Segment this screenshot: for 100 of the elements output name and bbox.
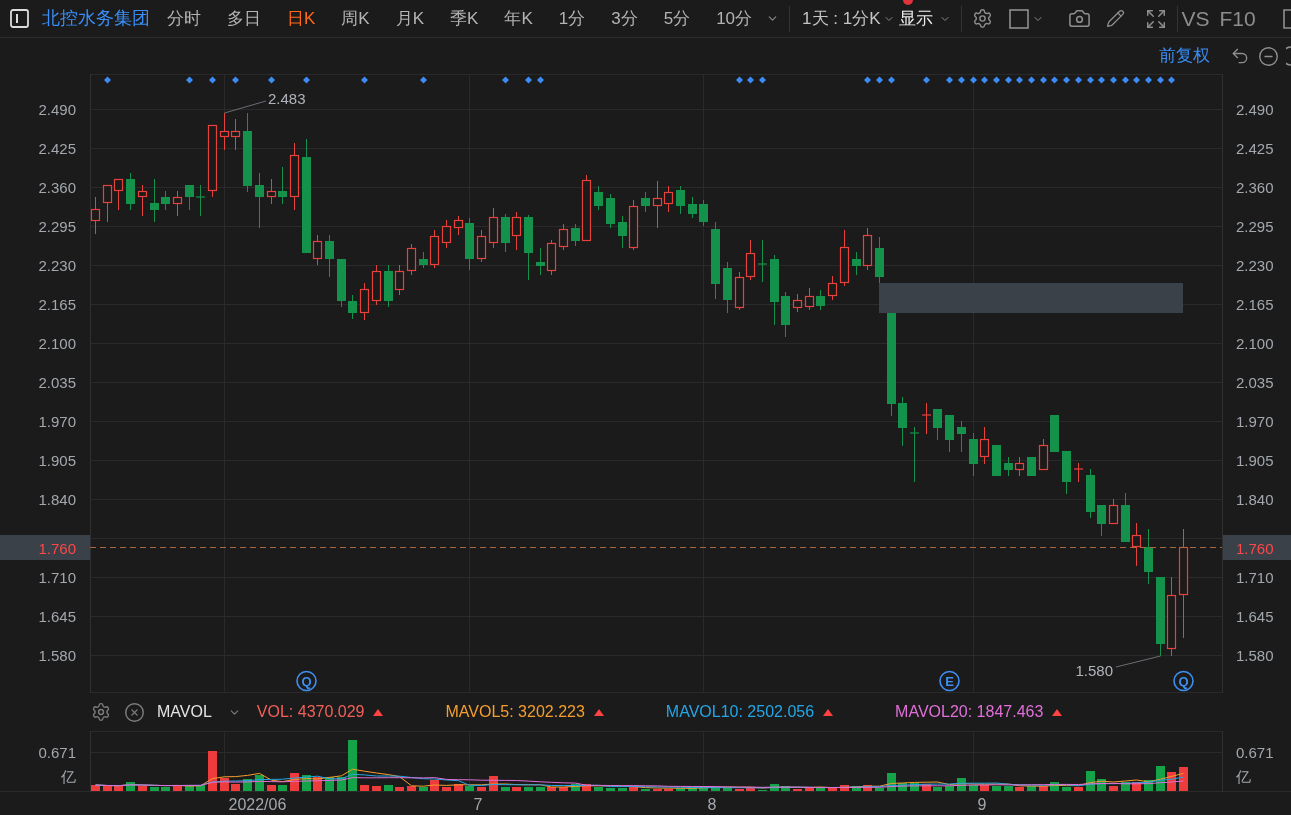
- period-tab[interactable]: 3分: [611, 5, 638, 32]
- indicator-value: MAVOL5: 3202.223: [445, 702, 585, 722]
- chart-type-dropdown[interactable]: [1009, 8, 1045, 29]
- period-tab[interactable]: 分时: [167, 5, 201, 32]
- compare-button[interactable]: VS: [1181, 2, 1210, 35]
- price-tick-label: 2.035: [1236, 373, 1274, 391]
- current-price-tag: 1.760: [1223, 535, 1291, 560]
- stock-name[interactable]: 北控水务集团: [42, 5, 150, 32]
- diamond-marker-icon[interactable]: [502, 76, 509, 84]
- price-tick-label: 2.035: [38, 373, 76, 391]
- diamond-marker-icon[interactable]: [268, 76, 275, 84]
- price-tick-label: 2.295: [1236, 217, 1274, 235]
- diamond-marker-icon[interactable]: [1063, 76, 1070, 84]
- diamond-marker-icon[interactable]: [759, 76, 766, 84]
- price-tick-label: 2.425: [1236, 139, 1274, 157]
- panel-icon[interactable]: [10, 9, 29, 28]
- price-tick-label: 2.425: [38, 139, 76, 157]
- diamond-marker-icon[interactable]: [747, 76, 754, 84]
- price-tick-label: 1.645: [1236, 607, 1274, 625]
- period-tab[interactable]: 多日: [227, 5, 261, 32]
- diamond-marker-icon[interactable]: [970, 76, 977, 84]
- date-axis-label: 9: [977, 795, 987, 813]
- diamond-marker-icon[interactable]: [923, 76, 930, 84]
- diamond-marker-icon[interactable]: [1133, 76, 1140, 84]
- period-tab[interactable]: 10分: [716, 5, 753, 32]
- diamond-marker-icon[interactable]: [525, 76, 532, 84]
- diamond-marker-icon[interactable]: [1145, 76, 1152, 84]
- price-adjustment-button[interactable]: 前复权: [1159, 43, 1210, 69]
- diamond-marker-icon[interactable]: [303, 76, 310, 84]
- pencil-icon[interactable]: [1106, 9, 1126, 28]
- period-tab[interactable]: 周K: [341, 5, 370, 32]
- price-tick-label: 1.905: [1236, 451, 1274, 469]
- close-icon[interactable]: [124, 701, 145, 723]
- price-tick-label: 2.360: [1236, 178, 1274, 196]
- diamond-marker-icon[interactable]: [958, 76, 965, 84]
- period-tab[interactable]: 年K: [504, 5, 533, 32]
- diamond-marker-icon[interactable]: [1005, 76, 1012, 84]
- diamond-marker-icon[interactable]: [736, 76, 743, 84]
- diamond-marker-icon[interactable]: [1110, 76, 1117, 84]
- event-marker[interactable]: E: [939, 670, 960, 692]
- camera-icon[interactable]: [1068, 7, 1092, 30]
- period-tab[interactable]: 5分: [663, 5, 691, 32]
- price-tick-label: 2.230: [38, 256, 76, 274]
- diamond-marker-icon[interactable]: [888, 76, 895, 84]
- diamond-marker-icon[interactable]: [537, 76, 544, 84]
- event-marker[interactable]: Q: [296, 670, 317, 692]
- diamond-marker-icon[interactable]: [1016, 76, 1023, 84]
- price-tick-label: 1.905: [38, 451, 76, 469]
- fullscreen-icon[interactable]: [1145, 7, 1168, 30]
- price-tick-label: 1.580: [38, 646, 76, 664]
- price-tick-label: 2.100: [1236, 334, 1274, 352]
- event-marker[interactable]: Q: [1173, 670, 1194, 692]
- diamond-marker-icon[interactable]: [1168, 76, 1175, 84]
- indicator-dropdown[interactable]: MAVOL: [157, 700, 241, 724]
- zoom-out-icon[interactable]: [1258, 45, 1279, 67]
- price-tick-label: 2.165: [1236, 295, 1274, 313]
- price-tick-label: 1.840: [1236, 490, 1274, 508]
- diamond-marker-icon[interactable]: [864, 76, 871, 84]
- diamond-marker-icon[interactable]: [981, 76, 988, 84]
- diamond-marker-icon[interactable]: [876, 76, 883, 84]
- price-tick-label: 2.230: [1236, 256, 1274, 274]
- period-tab[interactable]: 月K: [395, 5, 425, 32]
- undo-icon[interactable]: [1230, 46, 1250, 66]
- price-tick-label: 1.970: [38, 412, 76, 430]
- diamond-marker-icon[interactable]: [1098, 76, 1105, 84]
- date-axis-label: 8: [707, 795, 717, 813]
- diamond-marker-icon[interactable]: [361, 76, 368, 84]
- diamond-marker-icon[interactable]: [1075, 76, 1082, 84]
- date-axis-label: 7: [473, 795, 483, 813]
- settings-icon[interactable]: [972, 8, 994, 29]
- diamond-marker-icon[interactable]: [993, 76, 1000, 84]
- diamond-marker-icon[interactable]: [420, 76, 427, 84]
- diamond-marker-icon[interactable]: [209, 76, 216, 84]
- diamond-marker-icon[interactable]: [1051, 76, 1058, 84]
- diamond-marker-icon[interactable]: [1040, 76, 1047, 84]
- diamond-marker-icon[interactable]: [1028, 76, 1035, 84]
- diamond-marker-icon[interactable]: [232, 76, 239, 84]
- diamond-marker-icon[interactable]: [1157, 76, 1164, 84]
- up-triangle-icon: [373, 708, 384, 716]
- period-tab[interactable]: 日K: [287, 5, 316, 32]
- price-tick-label: 1.840: [38, 490, 76, 508]
- period-tab[interactable]: 季K: [450, 5, 479, 32]
- settings-icon[interactable]: [91, 702, 111, 722]
- f10-button[interactable]: F10: [1219, 2, 1256, 35]
- leader-line: [224, 100, 267, 114]
- volume-unit-label: 亿: [61, 767, 76, 785]
- interval-dropdown[interactable]: 1天 : 1分K: [802, 5, 896, 32]
- diamond-marker-icon[interactable]: [1087, 76, 1094, 84]
- diamond-marker-icon[interactable]: [946, 76, 953, 84]
- indicator-value: MAVOL20: 1847.463: [895, 702, 1044, 722]
- diamond-marker-icon[interactable]: [186, 76, 193, 84]
- diamond-marker-icon[interactable]: [1122, 76, 1129, 84]
- indicator-value: VOL: 4370.029: [256, 702, 365, 722]
- up-triangle-icon: [1052, 708, 1063, 716]
- price-tick-label: 2.490: [38, 100, 76, 118]
- period-tab[interactable]: 1分: [558, 5, 586, 32]
- volume-tick-label: 0.671: [38, 743, 76, 761]
- display-dropdown[interactable]: 显示: [899, 5, 952, 32]
- diamond-marker-icon[interactable]: [104, 76, 111, 84]
- price-tick-label: 2.165: [38, 295, 76, 313]
